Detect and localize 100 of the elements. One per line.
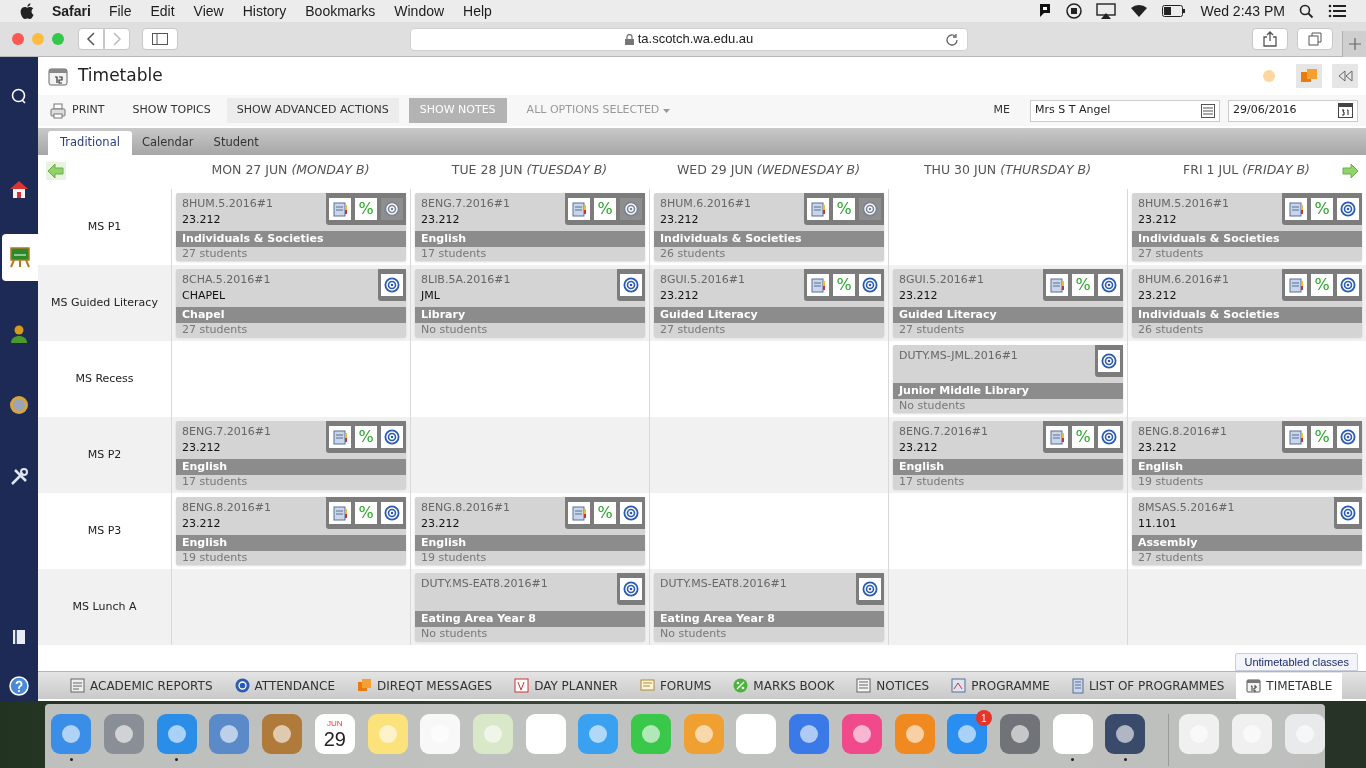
class-card[interactable]: 8ENG.8.2016#1 23.212 % English 19 students bbox=[415, 497, 645, 565]
email-button[interactable] bbox=[859, 274, 881, 296]
day-planner-button[interactable] bbox=[807, 274, 829, 296]
reload-icon[interactable] bbox=[945, 32, 959, 47]
email-button[interactable] bbox=[859, 578, 881, 600]
class-card[interactable]: DUTY.MS-EAT8.2016#1 Eating Area Year 8 No students bbox=[654, 573, 884, 641]
battery-icon[interactable] bbox=[1162, 5, 1187, 17]
untimetabled-classes-button[interactable]: Untimetabled classes bbox=[1235, 653, 1358, 671]
forward-button[interactable] bbox=[104, 28, 130, 50]
day-planner-button[interactable] bbox=[329, 198, 351, 220]
airplay-icon[interactable] bbox=[1096, 3, 1117, 19]
class-card[interactable]: 8ENG.7.2016#1 23.212 % English 17 students bbox=[176, 421, 406, 489]
class-card[interactable]: 8ENG.8.2016#1 23.212 % English 19 students bbox=[176, 497, 406, 565]
module-tab[interactable]: NOTICES bbox=[846, 672, 940, 699]
search-icon[interactable] bbox=[1299, 3, 1314, 19]
date-field[interactable]: 29/06/2016 bbox=[1228, 99, 1358, 122]
room-label: 23.212 bbox=[421, 516, 461, 532]
toolbar-button[interactable]: SHOW ADVANCED ACTIONS bbox=[226, 98, 399, 123]
day-planner-button[interactable] bbox=[1046, 426, 1068, 448]
previous-week-button[interactable] bbox=[46, 161, 66, 180]
class-card[interactable]: DUTY.MS-JML.2016#1 Junior Middle Library No students bbox=[893, 345, 1123, 413]
class-card[interactable]: 8MSAS.5.2016#1 11.101 Assembly 27 students bbox=[1132, 497, 1362, 565]
class-card[interactable]: 8ENG.7.2016#1 23.212 % English 17 students bbox=[893, 421, 1123, 489]
day-planner-button[interactable] bbox=[807, 198, 829, 220]
class-card[interactable]: 8ENG.7.2016#1 23.212 % English 17 students bbox=[415, 193, 645, 261]
print-button[interactable]: PRINT bbox=[50, 98, 119, 123]
email-button[interactable] bbox=[381, 274, 403, 296]
email-button[interactable] bbox=[1337, 502, 1359, 524]
class-card[interactable]: 8LIB.5A.2016#1 JML Library No students bbox=[415, 269, 645, 337]
apple-logo-icon[interactable] bbox=[20, 3, 34, 19]
tabs-button[interactable] bbox=[1297, 28, 1333, 50]
day-planner-button[interactable] bbox=[1285, 274, 1307, 296]
email-button[interactable] bbox=[1098, 350, 1120, 372]
module-tab[interactable]: TIMETABLE bbox=[1236, 672, 1343, 699]
module-tab[interactable]: DAY PLANNER bbox=[504, 672, 628, 699]
menu-item[interactable]: History bbox=[242, 0, 287, 22]
menu-item[interactable]: Window bbox=[394, 0, 445, 22]
class-card[interactable]: DUTY.MS-EAT8.2016#1 Eating Area Year 8 No students bbox=[415, 573, 645, 641]
stop-icon[interactable] bbox=[1066, 3, 1083, 19]
module-tab[interactable]: ACADEMIC REPORTS bbox=[60, 672, 223, 699]
rewind-button[interactable] bbox=[1332, 64, 1358, 88]
class-card[interactable]: 8HUM.6.2016#1 23.212 % Individuals & Societies 26 students bbox=[1132, 269, 1362, 337]
toolbar-button[interactable]: SHOW TOPICS bbox=[118, 98, 225, 123]
address-bar[interactable]: ta.scotch.wa.edu.au bbox=[410, 27, 968, 51]
email-button[interactable] bbox=[381, 502, 403, 524]
class-card[interactable]: 8CHA.5.2016#1 CHAPEL Chapel 27 students bbox=[176, 269, 406, 337]
list-icon[interactable] bbox=[1201, 103, 1215, 118]
close-button[interactable] bbox=[12, 33, 24, 45]
back-button[interactable] bbox=[78, 28, 104, 50]
sidebar-chalkboard-button[interactable] bbox=[2, 233, 38, 282]
day-planner-button[interactable] bbox=[568, 198, 590, 220]
day-planner-button[interactable] bbox=[1285, 426, 1307, 448]
email-button[interactable] bbox=[1098, 426, 1120, 448]
email-button[interactable] bbox=[1337, 198, 1359, 220]
person-field[interactable]: Mrs S T Angel bbox=[1030, 99, 1220, 122]
calendar-icon[interactable] bbox=[1338, 103, 1353, 118]
view-tab[interactable]: Student bbox=[203, 131, 269, 155]
email-button[interactable] bbox=[620, 274, 642, 296]
module-tab[interactable]: DIREQT MESSAGES bbox=[347, 672, 503, 699]
class-card[interactable]: 8GUI.5.2016#1 23.212 % Guided Literacy 27 students bbox=[893, 269, 1123, 337]
menu-item[interactable]: File bbox=[108, 0, 132, 22]
email-button[interactable] bbox=[620, 502, 642, 524]
view-tab[interactable]: Traditional bbox=[48, 131, 132, 155]
day-planner-button[interactable] bbox=[568, 502, 590, 524]
calendar-icon[interactable]: JUN 29 bbox=[314, 714, 355, 754]
menu-item[interactable]: Bookmarks bbox=[305, 0, 376, 22]
module-tab[interactable]: ATTENDANCE bbox=[224, 672, 345, 699]
menu-item[interactable]: Edit bbox=[150, 0, 175, 22]
sidebar-button[interactable] bbox=[142, 28, 178, 50]
class-card[interactable]: 8HUM.5.2016#1 23.212 % Individuals & Societies 27 students bbox=[176, 193, 406, 261]
class-card[interactable]: 8GUI.5.2016#1 23.212 % Guided Literacy 27 students bbox=[654, 269, 884, 337]
email-button[interactable] bbox=[1337, 426, 1359, 448]
flag-icon[interactable] bbox=[1038, 3, 1053, 19]
module-tab[interactable]: PROGRAMME bbox=[941, 672, 1060, 699]
module-tab[interactable]: FORUMS bbox=[629, 672, 722, 699]
email-button[interactable] bbox=[1098, 274, 1120, 296]
module-tab[interactable]: LIST OF PROGRAMMES bbox=[1061, 672, 1235, 699]
share-button[interactable] bbox=[1252, 28, 1288, 50]
messages-button[interactable] bbox=[1296, 64, 1322, 88]
menu-item[interactable]: Help bbox=[463, 0, 492, 22]
day-planner-button[interactable] bbox=[1046, 274, 1068, 296]
email-button[interactable] bbox=[620, 578, 642, 600]
menu-clock[interactable]: Wed 2:43 PM bbox=[1200, 0, 1285, 22]
medal-icon bbox=[9, 394, 29, 415]
day-planner-button[interactable] bbox=[329, 502, 351, 524]
day-planner-button[interactable] bbox=[1285, 198, 1307, 220]
menu-item[interactable]: View bbox=[193, 0, 224, 22]
email-button[interactable] bbox=[1337, 274, 1359, 296]
view-tab[interactable]: Calendar bbox=[131, 131, 204, 155]
email-button[interactable] bbox=[381, 426, 403, 448]
class-card[interactable]: 8ENG.8.2016#1 23.212 % English 19 students bbox=[1132, 421, 1362, 489]
new-tab-button[interactable] bbox=[1342, 30, 1366, 57]
app-menu[interactable]: Safari bbox=[52, 0, 91, 22]
day-planner-button[interactable] bbox=[329, 426, 351, 448]
module-tab[interactable]: MARKS BOOK bbox=[723, 672, 845, 699]
class-card[interactable]: 8HUM.6.2016#1 23.212 % Individuals & Societies 26 students bbox=[654, 193, 884, 261]
list-icon[interactable] bbox=[1328, 4, 1346, 18]
class-card[interactable]: 8HUM.5.2016#1 23.212 % Individuals & Societies 27 students bbox=[1132, 193, 1362, 261]
wifi-icon[interactable] bbox=[1130, 4, 1149, 18]
next-week-button[interactable] bbox=[1340, 161, 1360, 180]
